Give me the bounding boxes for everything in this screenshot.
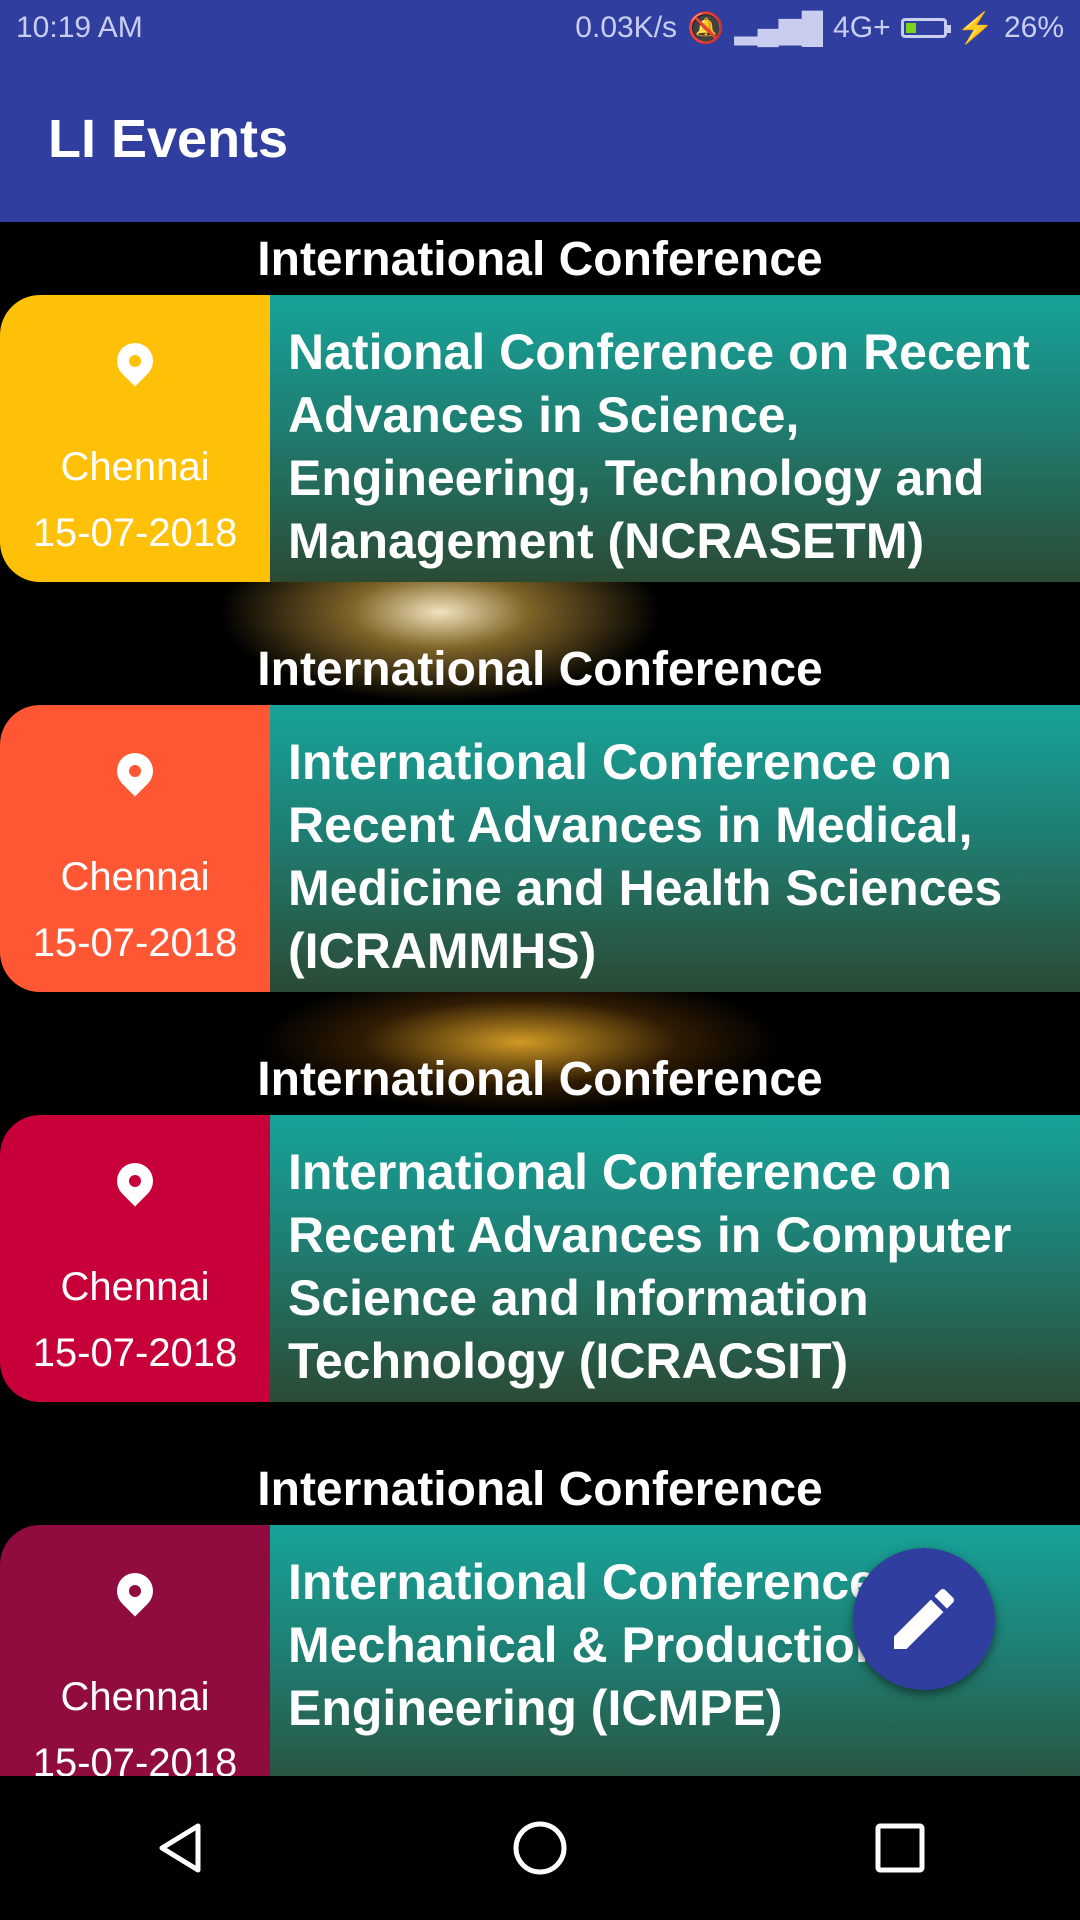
events-list[interactable]: International Conference Chennai 15-07-2…: [0, 222, 1080, 1776]
event-city: Chennai: [60, 855, 210, 899]
event-card-left: Chennai 15-07-2018: [0, 1525, 270, 1776]
event-card-body: National Conference on Recent Advances i…: [270, 295, 1080, 582]
event-date: 15-07-2018: [32, 511, 238, 555]
section-header: International Conference: [257, 643, 823, 696]
event-city: Chennai: [60, 1675, 210, 1719]
back-icon: [159, 1823, 201, 1873]
status-indicators: 0.03K/s 🔕 ▂▄▆█ 4G+ ⚡ 26%: [575, 11, 1064, 46]
network-type: 4G+: [833, 11, 891, 44]
event-card-left: Chennai 15-07-2018: [0, 1115, 270, 1402]
status-time: 10:19 AM: [16, 11, 143, 44]
event-card-left: Chennai 15-07-2018: [0, 295, 270, 582]
home-icon: [513, 1821, 567, 1875]
event-section: International Conference Chennai 15-07-2…: [0, 632, 1080, 1042]
battery-percent: 26%: [1003, 11, 1064, 44]
event-card-left: Chennai 15-07-2018: [0, 705, 270, 992]
location-pin-icon: [109, 1155, 161, 1207]
pencil-icon: [894, 1588, 955, 1649]
event-city: Chennai: [60, 1265, 210, 1309]
charging-icon: ⚡: [956, 11, 994, 45]
event-card[interactable]: Chennai 15-07-2018 International Confere…: [0, 705, 1080, 992]
recents-icon: [875, 1823, 925, 1873]
navigation-bar: [0, 1776, 1080, 1920]
mute-icon: 🔕: [687, 11, 725, 45]
location-pin-icon: [109, 745, 161, 797]
app-bar: LI Events: [0, 56, 1080, 222]
home-button[interactable]: [495, 1803, 585, 1893]
app-title: LI Events: [48, 109, 289, 169]
network-speed: 0.03K/s: [575, 11, 678, 44]
event-date: 15-07-2018: [32, 1331, 238, 1375]
edit-fab-button[interactable]: [853, 1548, 995, 1690]
event-card[interactable]: Chennai 15-07-2018 International Confere…: [0, 1115, 1080, 1402]
event-card[interactable]: Chennai 15-07-2018 National Conference o…: [0, 295, 1080, 582]
recents-button[interactable]: [855, 1803, 945, 1893]
location-pin-icon: [109, 335, 161, 387]
battery-icon: [900, 18, 951, 38]
section-header: International Conference: [257, 233, 823, 286]
event-title: International Conference on Recent Advan…: [288, 1144, 1012, 1389]
event-date: 15-07-2018: [32, 1741, 238, 1776]
section-header: International Conference: [257, 1053, 823, 1106]
event-title: National Conference on Recent Advances i…: [288, 324, 1030, 569]
event-section: International Conference Chennai 15-07-2…: [0, 222, 1080, 632]
event-card-body: International Conference on Recent Advan…: [270, 1115, 1080, 1402]
section-header: International Conference: [257, 1463, 823, 1516]
back-button[interactable]: [135, 1803, 225, 1893]
event-date: 15-07-2018: [32, 921, 238, 965]
event-title: International Conference on Recent Advan…: [288, 734, 1003, 979]
location-pin-icon: [109, 1565, 161, 1617]
event-section: International Conference Chennai 15-07-2…: [0, 1042, 1080, 1452]
event-city: Chennai: [60, 445, 210, 489]
event-card-body: International Conference on Recent Advan…: [270, 705, 1080, 992]
signal-icon: ▂▄▆█: [734, 11, 824, 45]
status-bar: 10:19 AM 0.03K/s 🔕 ▂▄▆█ 4G+ ⚡ 26%: [0, 0, 1080, 56]
